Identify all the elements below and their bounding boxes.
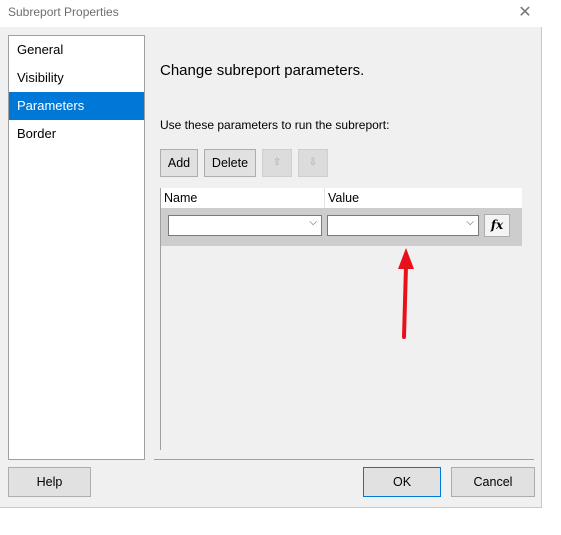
annotation-arrow-shaft: [402, 264, 408, 339]
annotation-arrow-head: [398, 248, 414, 269]
annotation-arrow-icon: [398, 248, 414, 339]
